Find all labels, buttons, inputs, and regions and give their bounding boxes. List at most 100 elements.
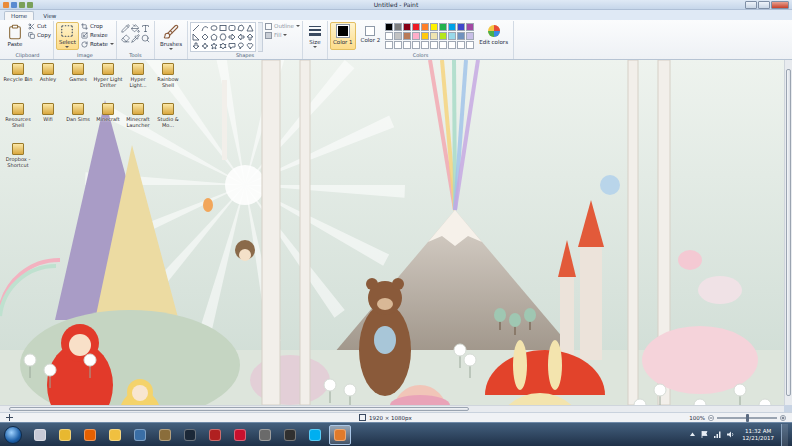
scroll-thumb[interactable] [9, 407, 469, 411]
palette-swatch[interactable] [403, 41, 411, 49]
canvas[interactable]: Recycle BinAshleyGamesHyper Light Drifte… [0, 60, 784, 405]
volume-icon[interactable] [726, 430, 735, 439]
desktop-icon[interactable]: Ashley [33, 63, 63, 103]
pencil-icon[interactable] [121, 24, 130, 33]
eraser-icon[interactable] [121, 34, 130, 43]
palette-swatch[interactable] [448, 23, 456, 31]
palette-swatch[interactable] [466, 41, 474, 49]
zoom-slider[interactable] [717, 417, 777, 419]
callout2-shape-icon[interactable] [237, 42, 245, 50]
start-button[interactable] [4, 426, 22, 444]
show-desktop-button[interactable] [781, 424, 788, 446]
show-hidden-icons-icon[interactable] [689, 431, 696, 438]
rtri-shape-icon[interactable] [192, 33, 200, 41]
zoom-out-icon[interactable] [708, 415, 714, 421]
rect-shape-icon[interactable] [219, 24, 227, 32]
palette-swatch[interactable] [430, 23, 438, 31]
close-button[interactable] [771, 1, 789, 9]
star4-shape-icon[interactable] [201, 42, 209, 50]
hex-shape-icon[interactable] [219, 33, 227, 41]
taskbar-app[interactable] [204, 425, 226, 445]
clock[interactable]: 11:32 AM12/21/2017 [739, 428, 777, 442]
arrowU-shape-icon[interactable] [246, 33, 254, 41]
color-slot[interactable]: Color 2 [358, 22, 384, 50]
palette-swatch[interactable] [430, 32, 438, 40]
taskbar-app[interactable] [304, 425, 326, 445]
palette-swatch[interactable] [403, 23, 411, 31]
image-tool-button[interactable]: Resize [81, 31, 114, 39]
magnifier-icon[interactable] [141, 34, 150, 43]
minimize-button[interactable] [745, 1, 757, 9]
palette-swatch[interactable] [421, 32, 429, 40]
desktop-icon[interactable]: Wifi [33, 103, 63, 143]
taskbar-app[interactable] [104, 425, 126, 445]
desktop-icon[interactable]: Hyper Light Drifter [93, 63, 123, 103]
arrowD-shape-icon[interactable] [192, 42, 200, 50]
palette-swatch[interactable] [421, 23, 429, 31]
redo-icon[interactable] [27, 2, 33, 8]
size-button[interactable]: Size [305, 22, 325, 50]
line-shape-icon[interactable] [192, 24, 200, 32]
paste-button[interactable]: Paste [4, 22, 26, 50]
fill-button[interactable]: Fill [265, 31, 300, 39]
cut-button[interactable]: Cut [28, 22, 51, 30]
fill-icon[interactable] [131, 24, 140, 33]
callout1-shape-icon[interactable] [228, 42, 236, 50]
palette-swatch[interactable] [385, 32, 393, 40]
desktop-icon[interactable]: Hyper Light... [123, 63, 153, 103]
color-picker-icon[interactable] [131, 34, 140, 43]
palette-swatch[interactable] [394, 23, 402, 31]
ribbon-tab[interactable]: View [36, 11, 63, 20]
image-tool-button[interactable]: Rotate [81, 40, 114, 48]
star5-shape-icon[interactable] [210, 42, 218, 50]
taskbar-app[interactable] [179, 425, 201, 445]
select-button[interactable]: Select [56, 22, 79, 50]
rrect-shape-icon[interactable] [228, 24, 236, 32]
poly-shape-icon[interactable] [237, 24, 245, 32]
desktop-icon[interactable]: Rainbow Shell [153, 63, 183, 103]
palette-swatch[interactable] [412, 23, 420, 31]
palette-swatch[interactable] [412, 41, 420, 49]
undo-icon[interactable] [19, 2, 25, 8]
pent-shape-icon[interactable] [210, 33, 218, 41]
palette-swatch[interactable] [457, 41, 465, 49]
scroll-thumb[interactable] [786, 69, 791, 396]
taskbar-app[interactable] [129, 425, 151, 445]
image-tool-button[interactable]: Crop [81, 22, 114, 30]
palette-swatch[interactable] [448, 32, 456, 40]
palette-swatch[interactable] [439, 23, 447, 31]
zoom-in-icon[interactable] [780, 415, 786, 421]
action-center-flag-icon[interactable] [700, 430, 709, 439]
palette-swatch[interactable] [385, 23, 393, 31]
text-icon[interactable] [141, 24, 150, 33]
diamond-shape-icon[interactable] [201, 33, 209, 41]
desktop-icon[interactable]: Minecraft Launcher [123, 103, 153, 143]
brushes-button[interactable]: Brushes [157, 22, 185, 52]
palette-swatch[interactable] [466, 32, 474, 40]
palette-swatch[interactable] [466, 23, 474, 31]
desktop-icon[interactable]: Dan Sims [63, 103, 93, 143]
palette-swatch[interactable] [394, 32, 402, 40]
desktop-icon[interactable]: Resources Shell [3, 103, 33, 143]
copy-button[interactable]: Copy [28, 31, 51, 39]
maximize-button[interactable] [758, 1, 770, 9]
taskbar-app[interactable] [279, 425, 301, 445]
taskbar-app[interactable] [254, 425, 276, 445]
paint-app-icon[interactable] [3, 2, 9, 8]
palette-swatch[interactable] [430, 41, 438, 49]
oval-shape-icon[interactable] [210, 24, 218, 32]
palette-swatch[interactable] [394, 41, 402, 49]
curve-shape-icon[interactable] [201, 24, 209, 32]
palette-swatch[interactable] [457, 32, 465, 40]
zoom-thumb[interactable] [746, 414, 749, 422]
desktop-icon[interactable]: Dropbox - Shortcut [3, 143, 33, 183]
taskbar-app[interactable] [229, 425, 251, 445]
palette-swatch[interactable] [439, 32, 447, 40]
network-icon[interactable] [713, 430, 722, 439]
color-slot[interactable]: Color 1 [330, 22, 356, 50]
taskbar-app[interactable] [154, 425, 176, 445]
desktop-icon[interactable]: Studio & Mo... [153, 103, 183, 143]
desktop-icon[interactable]: Minecraft [93, 103, 123, 143]
taskbar-app[interactable] [79, 425, 101, 445]
palette-swatch[interactable] [385, 41, 393, 49]
